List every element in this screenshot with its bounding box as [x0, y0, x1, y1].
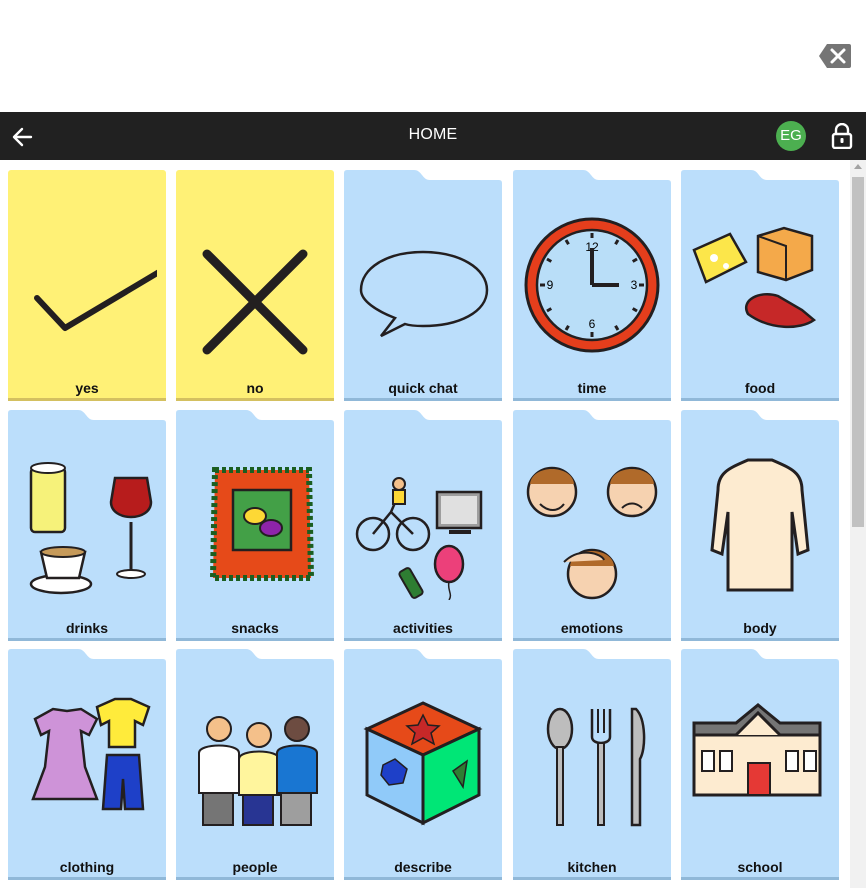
board-grid: yes no quick chat 12 3 6 9 time food drinks snacks…	[0, 160, 850, 888]
tile-label: quick chat	[388, 380, 458, 396]
svg-text:3: 3	[631, 278, 638, 292]
tile-snacks[interactable]: snacks	[176, 410, 334, 641]
tile-label: clothing	[59, 859, 115, 875]
tile-no[interactable]: no	[176, 170, 334, 401]
svg-text:6: 6	[589, 317, 596, 331]
scrollbar[interactable]	[850, 160, 866, 888]
tile-yes[interactable]: yes	[8, 170, 166, 401]
snacks-icon	[209, 467, 315, 581]
tile-kitchen[interactable]: kitchen	[513, 649, 671, 880]
food-icon	[692, 226, 817, 329]
tile-describe[interactable]: describe	[344, 649, 502, 880]
clothing-icon	[31, 697, 151, 811]
navbar: HOME EG	[0, 112, 866, 160]
tile-label: yes	[75, 380, 99, 396]
tile-label: people	[232, 859, 278, 875]
tile-label: kitchen	[567, 859, 617, 875]
tile-label: drinks	[65, 620, 108, 636]
user-avatar[interactable]: EG	[776, 121, 806, 151]
tile-food[interactable]: food	[681, 170, 839, 401]
tile-emotions[interactable]: emotions	[513, 410, 671, 641]
emotions-icon	[526, 466, 658, 600]
speech-bubble-icon	[359, 250, 489, 338]
body-icon	[710, 458, 810, 592]
tile-label: no	[246, 380, 264, 396]
people-icon	[198, 716, 318, 826]
backspace-icon[interactable]	[818, 43, 852, 69]
page-title: HOME	[408, 126, 458, 143]
tile-label: body	[743, 620, 777, 636]
describe-cube-icon	[363, 701, 483, 826]
svg-text:9: 9	[547, 278, 554, 292]
tile-label: emotions	[560, 620, 624, 636]
tile-school[interactable]: school	[681, 649, 839, 880]
tile-body[interactable]: body	[681, 410, 839, 641]
tile-people[interactable]: people	[176, 649, 334, 880]
school-icon	[692, 703, 822, 797]
tile-clothing[interactable]: clothing	[8, 649, 166, 880]
scrollbar-thumb[interactable]	[852, 177, 864, 527]
activities-icon	[355, 477, 483, 600]
tile-label: food	[744, 380, 776, 396]
tile-quick-chat[interactable]: quick chat	[344, 170, 502, 401]
checkmark-icon	[34, 269, 157, 331]
tile-label: describe	[394, 859, 452, 875]
cutlery-icon	[546, 707, 646, 827]
scroll-up-arrow-icon[interactable]	[854, 164, 862, 169]
clock-icon: 12369	[524, 217, 660, 353]
tile-time[interactable]: 12 3 6 9 time	[513, 170, 671, 401]
output-bar[interactable]	[0, 0, 866, 112]
tile-activities[interactable]: activities	[344, 410, 502, 641]
lock-icon[interactable]	[830, 123, 854, 149]
tile-label: school	[737, 859, 783, 875]
tile-label: activities	[393, 620, 453, 636]
drinks-icon	[29, 462, 153, 595]
cross-icon	[202, 249, 308, 355]
tile-label: time	[577, 380, 607, 396]
tile-label: snacks	[231, 620, 279, 636]
tile-drinks[interactable]: drinks	[8, 410, 166, 641]
